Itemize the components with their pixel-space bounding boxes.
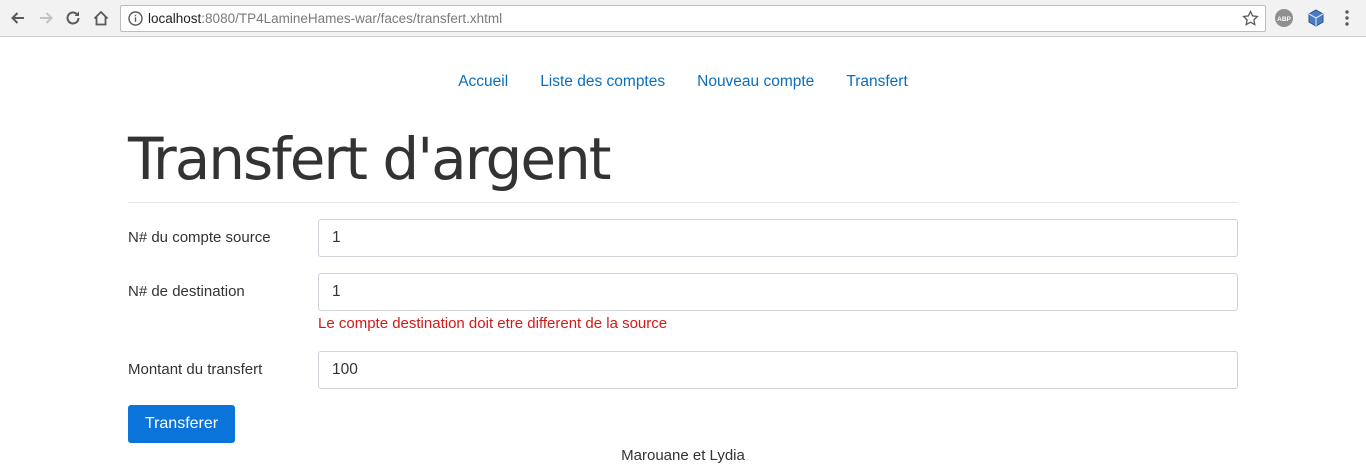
home-button[interactable]: [89, 6, 113, 30]
info-icon[interactable]: [128, 11, 143, 26]
source-account-label: N# du compte source: [128, 229, 271, 246]
footer-credits: Marouane et Lydia: [621, 447, 745, 464]
source-account-input[interactable]: [318, 219, 1238, 257]
amount-label: Montant du transfert: [128, 361, 263, 378]
browser-toolbar: localhost:8080/TP4LamineHames-war/faces/…: [0, 0, 1366, 37]
title-divider: [128, 202, 1238, 203]
transfer-submit-button[interactable]: Transferer: [128, 405, 235, 443]
svg-text:ABP: ABP: [1277, 16, 1291, 23]
destination-account-input[interactable]: [318, 273, 1238, 311]
reload-icon: [66, 11, 80, 25]
forward-arrow-icon: [40, 12, 53, 24]
back-button[interactable]: [6, 6, 30, 30]
reload-button[interactable]: [61, 6, 85, 30]
address-bar[interactable]: localhost:8080/TP4LamineHames-war/faces/…: [120, 5, 1266, 32]
home-icon: [93, 10, 109, 26]
page-title: Transfert d'argent: [128, 125, 612, 193]
amount-input[interactable]: [318, 351, 1238, 389]
main-nav: Accueil Liste des comptes Nouveau compte…: [0, 72, 1366, 92]
url-text[interactable]: localhost:8080/TP4LamineHames-war/faces/…: [148, 11, 502, 27]
adblock-extension-icon[interactable]: ABP: [1274, 8, 1294, 28]
destination-account-label: N# de destination: [128, 283, 245, 300]
bookmark-star-icon[interactable]: [1242, 10, 1259, 27]
cube-extension-icon[interactable]: [1306, 8, 1326, 28]
forward-button[interactable]: [34, 6, 58, 30]
nav-link-accueil[interactable]: Accueil: [442, 72, 524, 92]
destination-error-message: Le compte destination doit etre differen…: [318, 315, 668, 332]
menu-dots-icon[interactable]: [1337, 8, 1357, 28]
url-host: localhost: [148, 11, 202, 26]
nav-link-liste-des-comptes[interactable]: Liste des comptes: [524, 72, 681, 92]
nav-link-transfert[interactable]: Transfert: [830, 72, 923, 92]
nav-link-nouveau-compte[interactable]: Nouveau compte: [681, 72, 830, 92]
url-path: :8080/TP4LamineHames-war/faces/transfert…: [201, 11, 503, 26]
back-arrow-icon: [11, 12, 24, 24]
